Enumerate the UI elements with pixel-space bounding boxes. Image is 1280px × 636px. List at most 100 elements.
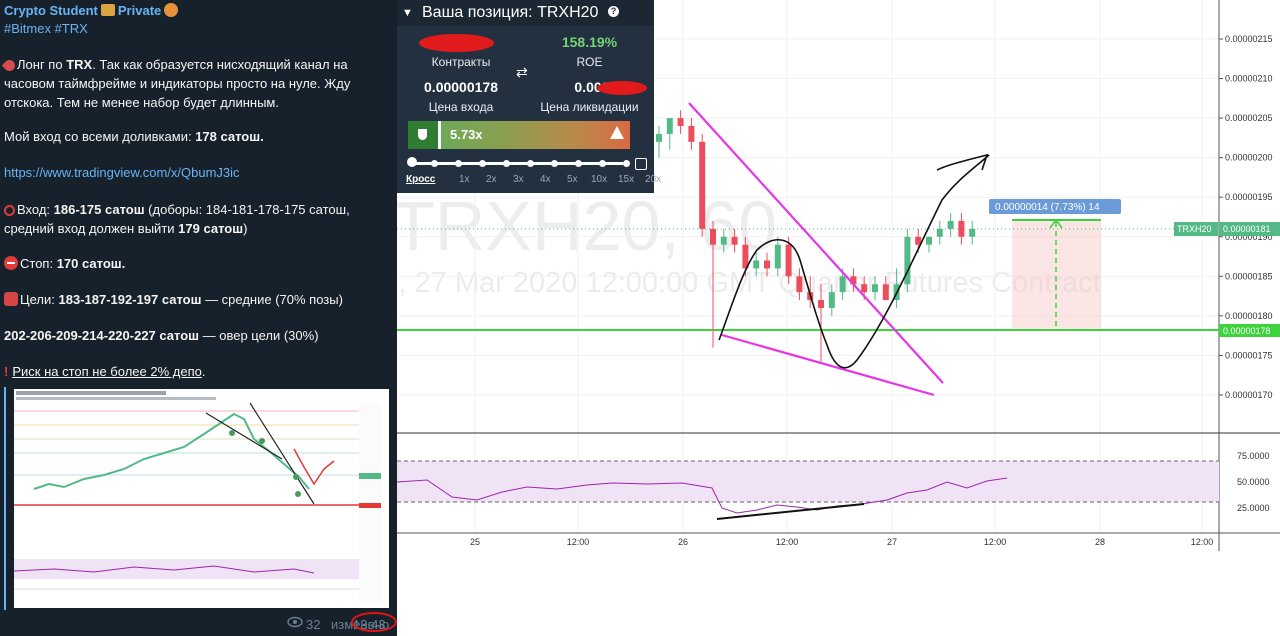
- leverage-step-1x[interactable]: 1x: [459, 174, 470, 185]
- position-widget: ▼ Ваша позиция: TRXH20 ? Контракты 158.1…: [397, 0, 661, 193]
- candle-body: [699, 141, 706, 229]
- rsi-tick-label: 25.0000: [1237, 503, 1270, 513]
- leverage-risk-bar: 5.73x: [408, 121, 630, 149]
- candle-body: [882, 284, 889, 301]
- leverage-step-5x[interactable]: 5x: [567, 174, 578, 185]
- candle-body: [764, 260, 770, 269]
- price-tick-label: 0.00000185: [1225, 271, 1273, 281]
- views-count: 32: [306, 617, 321, 632]
- telegram-post: Crypto Student Private #Bitmex #TRX Лонг …: [0, 0, 397, 636]
- candle-body: [785, 244, 792, 277]
- post-paragraph-link: https://www.tradingview.com/x/QbumJ3ic: [4, 163, 389, 182]
- rsi-band: [397, 461, 1219, 502]
- roe-label: ROE: [576, 55, 603, 69]
- time-tick-label: 27: [887, 537, 897, 547]
- pushpin-icon: [1, 57, 18, 74]
- leverage-step-4x[interactable]: 4x: [540, 174, 551, 185]
- slider-stop-dot[interactable]: [479, 160, 486, 167]
- time-tick-label: 12:00: [776, 537, 799, 547]
- slider-stop-dot[interactable]: [431, 160, 438, 167]
- leverage-step-3x[interactable]: 3x: [513, 174, 524, 185]
- channel-name[interactable]: Crypto Student: [4, 3, 98, 18]
- post-tags[interactable]: #Bitmex #TRX: [4, 19, 389, 38]
- attached-chart-drawing: [13, 389, 389, 608]
- help-icon[interactable]: ?: [608, 6, 619, 17]
- candle-body: [677, 118, 684, 127]
- candle-body: [861, 284, 868, 293]
- slider-stop-dot[interactable]: [623, 160, 630, 167]
- slider-stop-dot[interactable]: [455, 160, 462, 167]
- candle-body: [774, 244, 781, 269]
- tradingview-link[interactable]: https://www.tradingview.com/x/QbumJ3ic: [4, 165, 240, 180]
- slider-stop-dot[interactable]: [527, 160, 534, 167]
- position-title: Ваша позиция: TRXH20: [422, 4, 599, 21]
- price-tick-label: 0.00000175: [1225, 350, 1273, 360]
- leverage-step-10x[interactable]: 10x: [591, 174, 607, 185]
- cap-emoji-icon: [100, 4, 115, 16]
- post-paragraph-stop: Стоп: 170 сатош.: [4, 254, 389, 273]
- attached-chart-image[interactable]: [13, 389, 389, 608]
- leverage-step-20x[interactable]: 20x: [645, 174, 661, 185]
- price-tick-label: 0.00000210: [1225, 74, 1273, 84]
- candle-body: [947, 220, 954, 229]
- entry-price-tag: 0.00000178: [1223, 326, 1271, 336]
- post-paragraph-risk: ! Риск на стоп не более 2% депо.: [4, 364, 206, 379]
- price-tick-label: 0.00000195: [1225, 192, 1273, 202]
- attached-chart-preview[interactable]: [4, 387, 391, 610]
- candle-body: [753, 260, 760, 269]
- candle-body: [936, 228, 943, 237]
- no-entry-icon: [4, 256, 18, 270]
- slider-handle[interactable]: [407, 157, 417, 167]
- roe-value: 158.19%: [561, 34, 618, 50]
- slider-stop-dot[interactable]: [551, 160, 558, 167]
- chart-watermark-symbol: TRXH20, 60: [397, 187, 777, 265]
- time-tick-label: 12:00: [984, 537, 1007, 547]
- symbol-tag: TRXH20: [1177, 224, 1212, 234]
- post-paragraph-targets: Цели: 183-187-192-197 сатош — средние (7…: [4, 290, 389, 309]
- leverage-slider[interactable]: [407, 157, 630, 168]
- leverage-step-2x[interactable]: 2x: [486, 174, 497, 185]
- collapse-chevron-icon[interactable]: ▼: [402, 0, 413, 26]
- post-paragraph-entry: Вход: 186-175 сатош (доборы: 184-181-178…: [4, 202, 350, 236]
- post-paragraph-entry-all: Мой вход со всеми доливками: 178 сатош.: [4, 129, 264, 144]
- leverage-step-cross[interactable]: Кросс: [406, 174, 435, 185]
- views-eye-icon: [287, 616, 303, 628]
- candle-body: [731, 236, 738, 245]
- exclamation-icon: !: [4, 364, 9, 379]
- price-tick-label: 0.00000200: [1225, 153, 1273, 163]
- price-tick-label: 0.00000170: [1225, 390, 1273, 400]
- candle-body: [818, 300, 824, 308]
- leverage-value: 5.73x: [450, 127, 483, 142]
- collision-icon: [4, 292, 18, 306]
- slider-stop-dot[interactable]: [599, 160, 606, 167]
- post-paragraph-long: Лонг по TRX. Так как образуется нисходящ…: [1, 55, 389, 112]
- post-header: Crypto Student Private: [4, 1, 389, 20]
- liquidation-price-label: Цена ликвидации: [540, 100, 639, 114]
- edit-leverage-icon[interactable]: [635, 158, 647, 170]
- entry-price-label: Цена входа: [428, 100, 494, 114]
- time-tick-label: 25: [470, 537, 480, 547]
- candle-body: [828, 292, 835, 308]
- time-tick-label: 28: [1095, 537, 1105, 547]
- leverage-step-15x[interactable]: 15x: [618, 174, 634, 185]
- contracts-redacted-mark: [419, 34, 494, 52]
- position-header[interactable]: ▼ Ваша позиция: TRXH20 ?: [397, 0, 654, 26]
- candle-body: [688, 126, 695, 142]
- channel-private-label: Private: [117, 3, 162, 18]
- last-price-tag: 0.00000181: [1223, 224, 1271, 234]
- rsi-tick-label: 50.0000: [1237, 477, 1270, 487]
- slider-stop-dot[interactable]: [575, 160, 582, 167]
- shield-icon: [408, 121, 438, 149]
- candle-body: [720, 236, 727, 245]
- candle-body: [926, 236, 932, 245]
- candle-body: [710, 228, 716, 245]
- slider-stop-dot[interactable]: [503, 160, 510, 167]
- warning-icon: [610, 126, 624, 139]
- red-circle-icon: [4, 205, 15, 216]
- hamster-emoji-icon: [164, 3, 179, 17]
- candle-body: [666, 118, 673, 134]
- candle-body: [969, 228, 976, 237]
- entry-price-value: 0.00000178: [424, 79, 498, 95]
- price-tick-label: 0.00000180: [1225, 311, 1273, 321]
- target-label: 0.00000014 (7.73%) 14: [995, 202, 1100, 213]
